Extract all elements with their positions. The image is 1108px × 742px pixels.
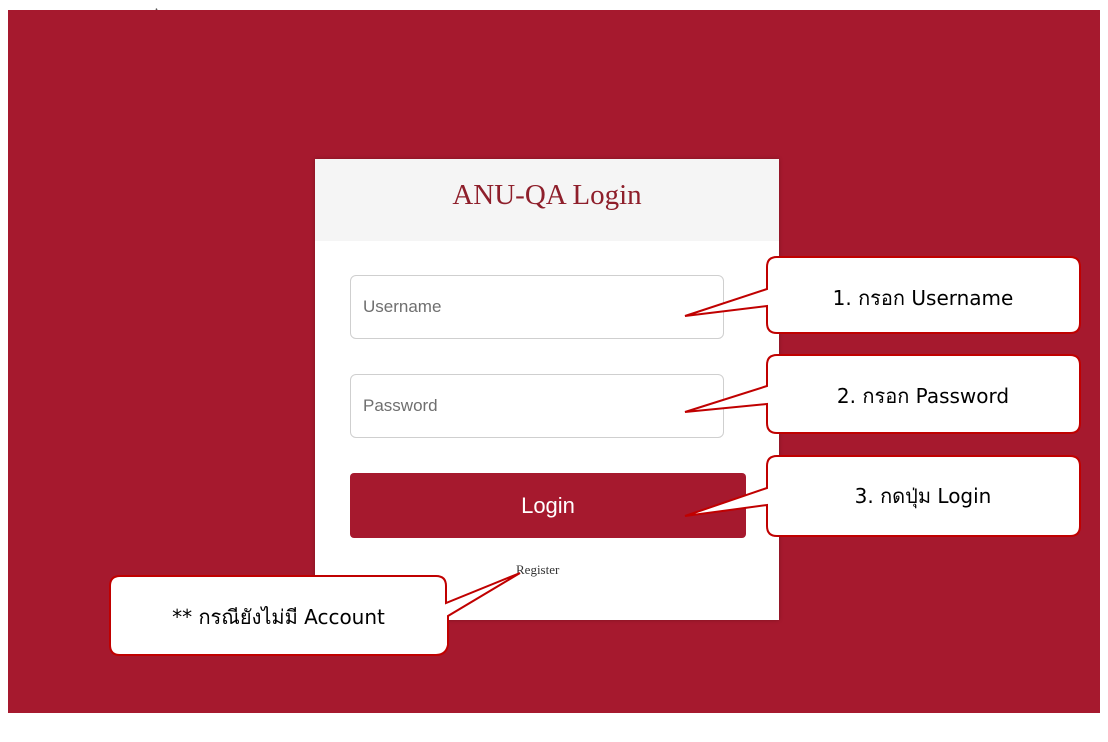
callout-step2-text: 2. กรอก Password bbox=[836, 384, 1010, 408]
login-card: ANU-QA Login Login Register bbox=[315, 159, 779, 620]
callout-note-text: ** กรณียังไม่มี Account bbox=[172, 605, 385, 629]
callout-step1-text: 1. กรอก Username bbox=[832, 286, 1014, 310]
login-title: ANU-QA Login bbox=[452, 178, 642, 211]
login-button[interactable]: Login bbox=[350, 473, 746, 538]
register-link[interactable]: Register bbox=[516, 562, 559, 578]
screenshot-stage: ุ ANU-QA Login Login Register 1. กรอก Us… bbox=[0, 0, 1108, 742]
password-input[interactable] bbox=[350, 374, 724, 438]
callout-step3-text: 3. กดปุ่ม Login bbox=[854, 484, 992, 508]
login-header: ANU-QA Login bbox=[315, 159, 779, 241]
username-input[interactable] bbox=[350, 275, 724, 339]
